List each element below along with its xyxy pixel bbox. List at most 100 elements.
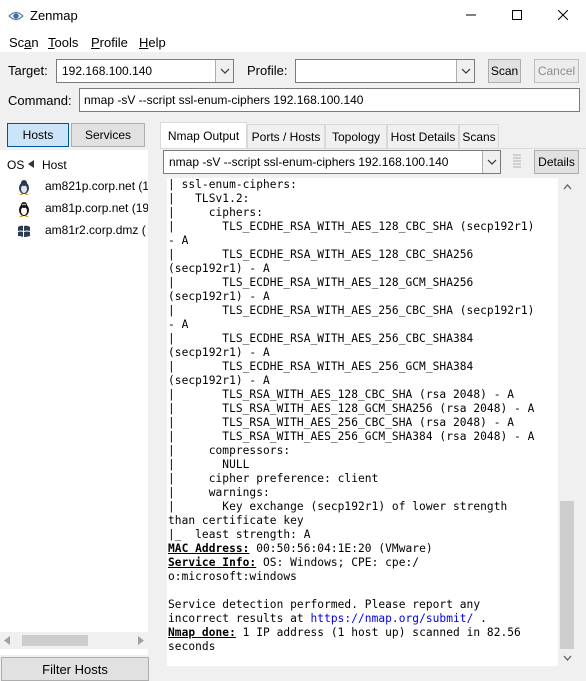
- output-line: | cipher preference: client: [168, 472, 379, 485]
- nmap-done-cont: seconds: [168, 640, 216, 653]
- tab-topology[interactable]: Topology: [325, 124, 387, 148]
- output-line: than certificate key: [168, 514, 304, 527]
- linux-penguin-icon: [19, 202, 29, 217]
- mac-address-line: MAC Address: 00:50:56:04:1E:20 (VMware): [168, 542, 433, 555]
- service-info-cont: o:microsoft:windows: [168, 570, 297, 583]
- output-line: | TLS_RSA_WITH_AES_256_CBC_SHA (rsa 2048…: [168, 416, 515, 429]
- nmap-done-line: Nmap done: 1 IP address (1 host up) scan…: [168, 626, 521, 639]
- chevron-down-icon: [461, 68, 470, 74]
- output-line: | TLS_ECDHE_RSA_WITH_AES_128_GCM_SHA256: [168, 276, 474, 289]
- maximize-icon: [512, 10, 522, 20]
- output-line: | TLS_ECDHE_RSA_WITH_AES_256_GCM_SHA384: [168, 360, 474, 373]
- output-line: | NULL: [168, 458, 250, 471]
- window-title: Zenmap: [30, 8, 78, 23]
- output-line: | TLS_RSA_WITH_AES_128_CBC_SHA (rsa 2048…: [168, 388, 515, 401]
- chevron-down-icon: [220, 68, 229, 74]
- scroll-left-icon: [4, 636, 10, 645]
- chevron-down-icon: [487, 159, 496, 165]
- output-line: - A: [168, 234, 189, 247]
- scroll-down-icon: [563, 655, 572, 661]
- profile-combo[interactable]: [295, 59, 475, 83]
- detection-line: Service detection performed. Please repo…: [168, 598, 481, 611]
- host-name: am81p.corp.net (19: [45, 201, 148, 215]
- host-name: am821p.corp.net (1: [45, 179, 148, 193]
- profile-dropdown-button[interactable]: [456, 60, 474, 82]
- output-line: | TLS_ECDHE_RSA_WITH_AES_256_CBC_SHA384: [168, 332, 474, 345]
- tab-divider: [160, 148, 586, 149]
- output-line: | warnings:: [168, 486, 270, 499]
- scan-button[interactable]: Scan: [488, 59, 521, 83]
- output-line: | TLS_RSA_WITH_AES_256_GCM_SHA384 (rsa 2…: [168, 430, 535, 443]
- vscroll-thumb[interactable]: [560, 501, 574, 649]
- details-button[interactable]: Details: [534, 150, 579, 174]
- linux-penguin-icon: [19, 180, 29, 195]
- command-label: Command:: [8, 93, 72, 108]
- output-line: - A: [168, 318, 189, 331]
- target-value: 192.168.100.140: [62, 64, 153, 78]
- output-line: (secp192r1) - A: [168, 346, 270, 359]
- output-line: (secp192r1) - A: [168, 262, 270, 275]
- output-scan-selector[interactable]: nmap -sV --script ssl-enum-ciphers 192.1…: [163, 150, 501, 174]
- output-line: | TLS_RSA_WITH_AES_128_GCM_SHA256 (rsa 2…: [168, 402, 535, 415]
- profile-label: Profile:: [247, 63, 288, 78]
- maximize-button[interactable]: [494, 0, 540, 30]
- submit-link[interactable]: https://nmap.org/submit/: [311, 612, 474, 625]
- service-info-line: Service Info: OS: Windows; CPE: cpe:/: [168, 556, 420, 569]
- target-label: Target:: [8, 63, 48, 78]
- scroll-up-icon: [563, 184, 572, 190]
- host-column-header[interactable]: Host: [42, 158, 67, 172]
- host-row[interactable]: am81r2.corp.dmz (: [0, 220, 148, 242]
- command-field[interactable]: nmap -sV --script ssl-enum-ciphers 192.1…: [79, 88, 580, 112]
- filter-hosts-button[interactable]: Filter Hosts: [1, 657, 149, 681]
- close-button[interactable]: [540, 0, 586, 30]
- output-line: | TLSv1.2:: [168, 192, 250, 205]
- output-line: | TLS_ECDHE_RSA_WITH_AES_256_CBC_SHA (se…: [168, 304, 535, 317]
- host-list-hscrollbar[interactable]: [0, 632, 148, 649]
- close-icon: [558, 10, 568, 20]
- host-row[interactable]: am81p.corp.net (19: [0, 198, 148, 220]
- nmap-output-text[interactable]: | ssl-enum-ciphers: | TLSv1.2: | ciphers: |…: [167, 178, 558, 666]
- hscroll-thumb[interactable]: [22, 635, 88, 646]
- detection-line-2: incorrect results at https://nmap.org/su…: [168, 612, 487, 625]
- output-line: | compressors:: [168, 444, 291, 457]
- windows-icon: [18, 225, 30, 237]
- tab-nmap-output[interactable]: Nmap Output: [160, 122, 247, 149]
- output-line: | TLS_ECDHE_RSA_WITH_AES_128_CBC_SHA256: [168, 248, 474, 261]
- scroll-right-icon: [138, 636, 144, 645]
- command-value: nmap -sV --script ssl-enum-ciphers 192.1…: [84, 93, 364, 107]
- output-selector-value: nmap -sV --script ssl-enum-ciphers 192.1…: [169, 155, 449, 169]
- tab-scans[interactable]: Scans: [459, 124, 499, 148]
- output-line: (secp192r1) - A: [168, 290, 270, 303]
- title-bar: Zenmap: [0, 0, 586, 32]
- menu-tools[interactable]: Tools: [48, 35, 78, 50]
- minimize-icon: [466, 14, 476, 16]
- output-line: | ciphers:: [168, 206, 263, 219]
- hosts-toggle-button[interactable]: Hosts: [7, 123, 69, 147]
- host-list: OS Host am821p.corp.net (1 am81p.corp.ne…: [0, 150, 148, 655]
- host-name: am81r2.corp.dmz (: [45, 223, 146, 237]
- host-list-header: OS Host: [0, 150, 148, 172]
- output-vscrollbar[interactable]: [558, 178, 576, 666]
- cancel-button[interactable]: Cancel: [534, 59, 579, 83]
- grip-handle-icon: [513, 154, 521, 168]
- output-selector-dropdown[interactable]: [482, 151, 500, 173]
- host-row[interactable]: am821p.corp.net (1: [0, 176, 148, 198]
- os-column-header[interactable]: OS: [7, 158, 24, 172]
- menu-profile[interactable]: Profile: [91, 35, 128, 50]
- output-line: |_ least strength: A: [168, 528, 311, 541]
- menu-help[interactable]: Help: [139, 35, 166, 50]
- menu-scan[interactable]: Scan: [9, 35, 39, 50]
- output-line: | Key exchange (secp192r1) of lower stre…: [168, 500, 508, 513]
- menu-bar: Scan Tools Profile Help: [0, 32, 586, 52]
- minimize-button[interactable]: [448, 0, 494, 30]
- target-dropdown-button[interactable]: [215, 60, 233, 82]
- sort-arrow-icon: [28, 160, 34, 168]
- target-combo[interactable]: 192.168.100.140: [56, 59, 234, 83]
- output-line: | TLS_ECDHE_RSA_WITH_AES_128_CBC_SHA (se…: [168, 220, 535, 233]
- output-line: | ssl-enum-ciphers:: [168, 178, 297, 191]
- services-toggle-button[interactable]: Services: [71, 123, 145, 147]
- tab-ports-hosts[interactable]: Ports / Hosts: [247, 124, 325, 148]
- tab-host-details[interactable]: Host Details: [387, 124, 459, 148]
- zenmap-eye-icon: [8, 12, 24, 20]
- output-line: (secp192r1) - A: [168, 374, 270, 387]
